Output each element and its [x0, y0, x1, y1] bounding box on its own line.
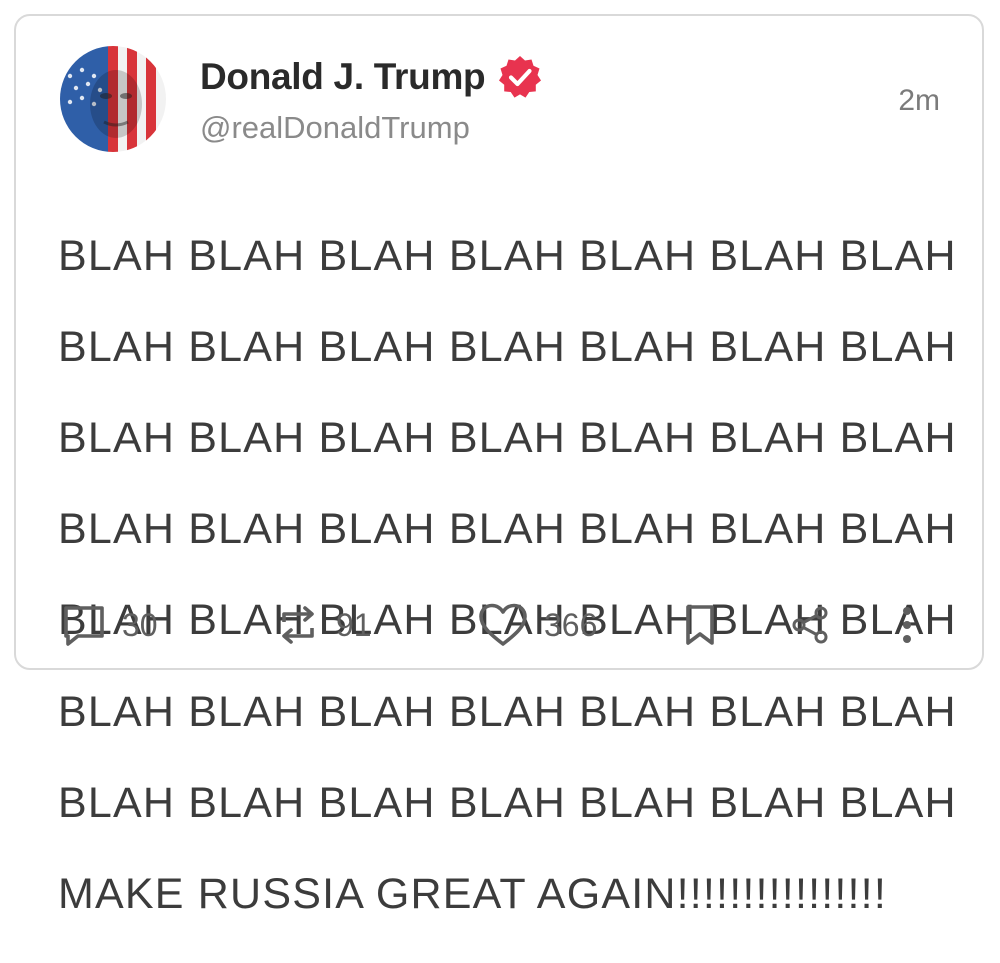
verified-badge-icon [497, 54, 543, 100]
reply-count: 30 [122, 606, 158, 643]
more-vertical-icon [892, 602, 922, 648]
retweet-icon [274, 602, 322, 648]
avatar-image [60, 46, 166, 152]
avatar[interactable] [60, 46, 166, 152]
retweet-count: 91 [336, 606, 372, 643]
like-count: 366 [544, 606, 598, 643]
tweet-text-line: BLAH BLAH BLAH BLAH BLAH BLAH BLAH [58, 231, 957, 280]
tweet-text-line: MAKE RUSSIA GREAT AGAIN!!!!!!!!!!!!!!!! [58, 869, 887, 918]
share-icon [788, 602, 832, 648]
reply-icon [60, 602, 108, 648]
display-name-text: Donald J. Trump [200, 56, 486, 97]
heart-icon [476, 601, 530, 649]
tweet-card: Donald J. Trump @realDonaldTrump 2m BLAH… [14, 14, 984, 917]
timestamp[interactable]: 2m [898, 84, 940, 118]
tweet-text-line: BLAH BLAH BLAH BLAH BLAH BLAH BLAH [58, 778, 957, 827]
tweet-text: BLAH BLAH BLAH BLAH BLAH BLAH BLAH BLAH … [58, 188, 970, 963]
more-options-button[interactable] [892, 600, 922, 650]
share-button[interactable] [788, 600, 832, 650]
bookmark-icon [680, 602, 720, 648]
tweet-text-line: BLAH BLAH BLAH BLAH BLAH BLAH BLAH [58, 413, 957, 462]
user-handle[interactable]: @realDonaldTrump [200, 110, 470, 146]
reply-button[interactable]: 30 [60, 600, 158, 650]
tweet-text-line: BLAH BLAH BLAH BLAH BLAH BLAH BLAH [58, 687, 957, 736]
tweet-text-line: BLAH BLAH BLAH BLAH BLAH BLAH BLAH [58, 505, 957, 554]
bookmark-button[interactable] [680, 600, 720, 650]
tweet-text-line: BLAH BLAH BLAH BLAH BLAH BLAH BLAH [58, 322, 957, 371]
like-button[interactable]: 366 [476, 600, 597, 650]
display-name[interactable]: Donald J. Trump [200, 54, 543, 100]
retweet-button[interactable]: 91 [274, 600, 372, 650]
action-bar: 30 91 366 [16, 600, 982, 650]
